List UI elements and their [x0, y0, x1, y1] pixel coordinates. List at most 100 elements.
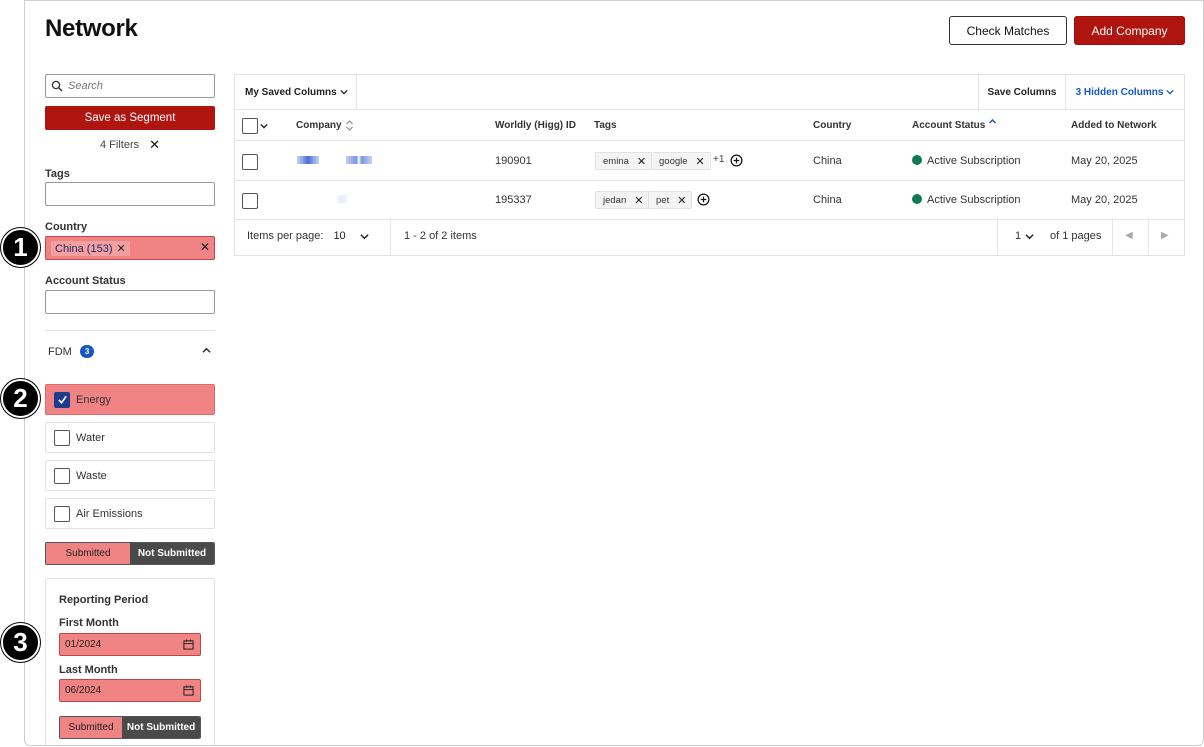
tag-remove-icon[interactable]: ✕ [634, 194, 643, 207]
filters-count: 4 Filters [99, 139, 140, 151]
reporting-period-panel: Reporting Period First Month 01/2024 Las… [45, 578, 215, 745]
tag-chip: pet ✕ [648, 191, 693, 209]
status-label: Active Subscription [927, 155, 1021, 167]
hidden-columns-dropdown[interactable]: 3 Hidden Columns [1066, 75, 1184, 109]
search-input[interactable] [68, 80, 208, 92]
column-header-label: Company [296, 120, 342, 131]
submission-toggle: Submitted Not Submitted [45, 542, 215, 565]
fdm-label: FDM [48, 345, 72, 358]
column-header-account-status[interactable]: Account Status [912, 118, 997, 131]
account-status-cell: Active Subscription [912, 194, 1021, 206]
next-page-button[interactable]: ▶ [1161, 230, 1169, 241]
tags-input[interactable] [45, 182, 215, 206]
country-clear-icon[interactable]: ✕ [200, 240, 210, 254]
divider [45, 330, 215, 331]
save-segment-button[interactable]: Save as Segment [45, 106, 215, 130]
country-chip-label: China (153) [55, 242, 113, 255]
chevron-down-icon [1025, 233, 1034, 239]
submitted-toggle-option[interactable]: Submitted [60, 717, 123, 738]
not-submitted-toggle-option[interactable]: Not Submitted [130, 543, 214, 564]
chevron-down-icon [360, 233, 369, 239]
more-tags-count[interactable]: +1 [713, 154, 724, 165]
checkbox[interactable] [54, 467, 70, 484]
page-select[interactable]: 1 [1015, 230, 1034, 242]
fdm-option-waste[interactable]: Waste [45, 460, 215, 491]
column-header-country[interactable]: Country [813, 120, 851, 131]
row-checkbox[interactable] [242, 193, 258, 209]
country-label: Country [45, 221, 88, 233]
step-marker-3: 3 [1, 623, 40, 662]
divider [997, 218, 998, 255]
calendar-icon[interactable] [183, 639, 194, 650]
checkbox[interactable] [54, 505, 70, 522]
items-per-page-value: 10 [333, 230, 346, 242]
country-cell: China [813, 155, 842, 167]
first-month-input[interactable]: 01/2024 [59, 633, 201, 656]
step-marker-1: 1 [1, 228, 40, 267]
fdm-option-energy[interactable]: Energy [45, 384, 215, 415]
hidden-columns-label: 3 Hidden Columns [1075, 86, 1164, 98]
fdm-option-air-emissions[interactable]: Air Emissions [45, 498, 215, 529]
page-count: of 1 pages [1050, 230, 1102, 242]
fdm-option-label: Air Emissions [76, 507, 143, 520]
chip-remove-icon[interactable]: ✕ [116, 242, 125, 255]
fdm-count-badge: 3 [79, 345, 95, 358]
tag-remove-icon[interactable]: ✕ [677, 194, 686, 207]
column-header-tags[interactable]: Tags [594, 120, 617, 131]
fdm-section-header[interactable]: FDM 3 [48, 345, 95, 358]
saved-columns-label: My Saved Columns [245, 86, 337, 98]
redacted-company-name [297, 156, 319, 164]
checkbox[interactable] [54, 429, 70, 446]
tag-chip: google ✕ [651, 152, 711, 170]
chevron-down-icon[interactable] [260, 122, 268, 130]
status-dot-icon [912, 194, 922, 204]
check-matches-button[interactable]: Check Matches [949, 16, 1067, 45]
checkbox-checked[interactable] [54, 391, 70, 408]
calendar-icon[interactable] [183, 685, 194, 696]
search-box[interactable] [45, 74, 215, 98]
items-per-page-label: Items per page: [247, 230, 324, 242]
chevron-up-icon[interactable] [202, 346, 211, 355]
last-month-input[interactable]: 06/2024 [59, 679, 201, 702]
worldly-id-cell: 190901 [495, 155, 532, 167]
column-header-company[interactable]: Company [296, 120, 354, 131]
page-title: Network [45, 15, 138, 42]
submitted-toggle-option[interactable]: Submitted [46, 543, 130, 564]
tag-remove-icon[interactable]: ✕ [637, 155, 646, 168]
select-all-checkbox[interactable] [242, 118, 258, 134]
fdm-option-label: Water [76, 431, 105, 444]
last-month-value: 06/2024 [65, 685, 102, 696]
add-company-button[interactable]: Add Company [1074, 16, 1185, 45]
fdm-option-label: Waste [76, 469, 107, 482]
item-range: 1 - 2 of 2 items [404, 230, 477, 242]
column-header-added[interactable]: Added to Network [1071, 120, 1157, 131]
fdm-option-water[interactable]: Water [45, 422, 215, 453]
not-submitted-toggle-option[interactable]: Not Submitted [122, 717, 200, 738]
table-toolbar: My Saved Columns Save Columns 3 Hidden C… [235, 75, 1184, 110]
page-value: 1 [1015, 230, 1022, 242]
screenshot-frame: 1 2 3 Network Check Matches Add Company … [0, 0, 1204, 747]
tag-remove-icon[interactable]: ✕ [696, 155, 705, 168]
country-select[interactable]: China (153) ✕ ✕ [45, 236, 215, 260]
table-row[interactable]: 195337 jedan ✕ pet ✕ China Active Subscr… [235, 181, 1184, 220]
items-per-page-select[interactable]: 10 [333, 230, 369, 242]
account-status-select[interactable] [45, 290, 215, 314]
account-status-label: Account Status [45, 275, 126, 287]
clear-filters-icon[interactable]: ✕ [149, 137, 160, 153]
save-columns-button[interactable]: Save Columns [978, 75, 1066, 109]
added-date-cell: May 20, 2025 [1071, 194, 1138, 206]
saved-columns-dropdown[interactable]: My Saved Columns [235, 75, 357, 109]
fdm-option-label: Energy [76, 393, 111, 406]
sort-icon [345, 120, 353, 131]
column-header-worldly-id[interactable]: Worldly (Higg) ID [495, 120, 576, 131]
items-per-page: Items per page: 10 [247, 230, 369, 242]
first-month-label: First Month [59, 617, 119, 629]
tags-label: Tags [45, 168, 70, 180]
row-checkbox[interactable] [242, 154, 258, 170]
add-tag-icon[interactable] [730, 154, 743, 167]
prev-page-button[interactable]: ◀ [1125, 230, 1133, 241]
table-row[interactable]: 190901 emina ✕ google ✕ +1 China Active … [235, 142, 1184, 181]
add-tag-icon[interactable] [697, 193, 710, 206]
table-header: Company Worldly (Higg) ID Tags Country A… [235, 110, 1184, 141]
company-table: My Saved Columns Save Columns 3 Hidden C… [234, 74, 1185, 256]
